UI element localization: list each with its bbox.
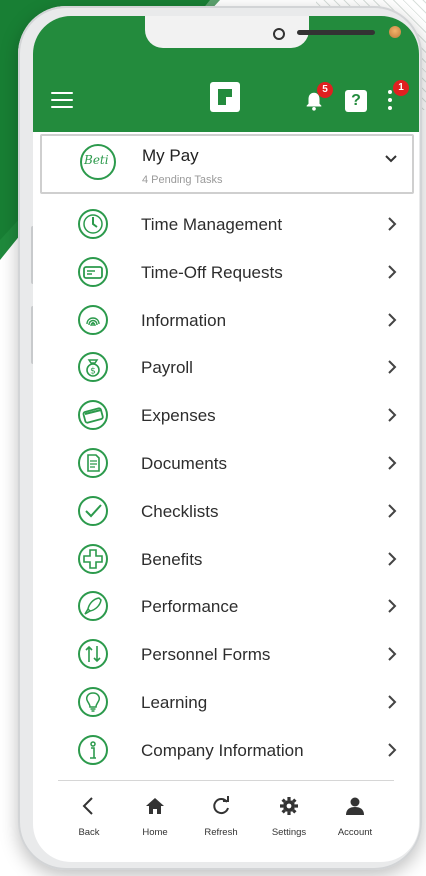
nav-refresh-button[interactable]: Refresh [191, 792, 251, 840]
chevron-right-icon [388, 360, 397, 375]
bottom-nav-divider [58, 780, 394, 781]
speaker [297, 30, 375, 35]
credit-card-icon [78, 400, 108, 431]
svg-text:$: $ [90, 367, 96, 377]
nav-label: Account [337, 827, 373, 838]
chevron-right-icon [388, 408, 397, 422]
menu-item-label: Performance [141, 597, 239, 617]
menu-item-documents[interactable]: Documents [33, 439, 419, 487]
chevron-right-icon [388, 551, 397, 566]
menu-item-information[interactable]: Information [33, 296, 419, 344]
menu-item-performance[interactable]: Performance [33, 582, 419, 630]
menu-item-personnel-forms[interactable]: Personnel Forms [33, 630, 419, 678]
menu-item-payroll[interactable]: $ Payroll [33, 343, 419, 391]
bottom-navigation: Back Home Refresh Settings Account [55, 792, 397, 852]
arrows-updown-icon [78, 639, 108, 670]
menu-item-label: Time-Off Requests [141, 262, 283, 282]
chevron-down-icon[interactable] [384, 152, 398, 166]
menu-item-label: Time Management [141, 215, 283, 234]
sensor [389, 26, 401, 38]
money-bag-icon: $ [78, 352, 108, 383]
menu-item-time-off-requests[interactable]: Time-Off Requests [33, 248, 419, 296]
user-icon [346, 797, 364, 815]
menu-item-learning[interactable]: Learning [33, 678, 419, 726]
menu-item-label: Benefits [141, 549, 203, 569]
nav-label: Home [142, 827, 168, 838]
refresh-icon [213, 796, 229, 815]
menu-item-checklists[interactable]: Checklists [33, 487, 419, 535]
menu-item-label: Expenses [141, 406, 216, 426]
menu-item-label: Information [141, 310, 227, 330]
menu-item-time-management[interactable]: Time Management [33, 200, 419, 248]
clock-icon [78, 209, 108, 239]
timeoff-ticket-icon [78, 256, 108, 287]
menu-item-expenses[interactable]: Expenses [33, 391, 419, 439]
nav-back-button[interactable]: Back [59, 792, 119, 840]
chevron-right-icon [388, 743, 397, 757]
app-screen: 5 ? 1 Beti My Pay 4 Pending Tasks Time M… [33, 16, 419, 862]
menu-item-label: Checklists [141, 501, 219, 521]
chevron-right-icon [388, 456, 397, 470]
document-icon [78, 447, 108, 478]
module-menu: Time Management Time-Off Requests Inform… [33, 200, 419, 774]
notification-badge: 5 [317, 82, 333, 98]
chevron-right-icon [388, 647, 397, 661]
beti-logo-text: Beti [84, 153, 109, 167]
menu-item-label: Documents [141, 453, 227, 473]
nav-label: Settings [271, 827, 307, 838]
menu-item-label: Payroll [141, 358, 193, 378]
chevron-right-icon [388, 312, 397, 327]
checkmark-icon [78, 495, 108, 526]
chevron-right-icon [388, 504, 397, 518]
home-icon [146, 798, 164, 814]
info-icon [78, 734, 108, 765]
menu-item-benefits[interactable]: Benefits [33, 535, 419, 583]
chevron-right-icon [388, 695, 397, 709]
camera [273, 28, 285, 40]
menu-item-company-information[interactable]: Company Information [33, 726, 419, 774]
pending-tasks-count: 4 Pending Tasks [142, 174, 223, 186]
app-logo [210, 82, 240, 112]
lightbulb-icon [78, 686, 108, 717]
my-pay-title: My Pay [142, 146, 199, 165]
menu-item-label: Company Information [141, 740, 304, 760]
fingerprint-icon [78, 304, 108, 335]
rocket-icon [78, 591, 108, 622]
hamburger-menu-icon[interactable] [51, 92, 73, 108]
chevron-right-icon [388, 599, 397, 614]
nav-label: Refresh [204, 827, 238, 838]
nav-settings-button[interactable]: Settings [259, 792, 319, 840]
help-icon[interactable]: ? [345, 90, 367, 112]
menu-item-label: Personnel Forms [141, 645, 271, 665]
nav-home-button[interactable]: Home [125, 792, 185, 840]
gear-icon [280, 797, 298, 815]
chevron-right-icon [388, 217, 397, 231]
phone-notch [145, 16, 401, 48]
more-options-icon[interactable] [387, 90, 393, 112]
menu-item-label: Learning [141, 692, 208, 712]
back-arrow-icon [82, 797, 93, 815]
app-bar: 5 ? 1 [33, 16, 419, 132]
medical-cross-icon [78, 543, 108, 574]
chevron-right-icon [388, 265, 397, 279]
my-pay-header[interactable]: Beti My Pay 4 Pending Tasks [40, 134, 414, 194]
nav-account-button[interactable]: Account [325, 792, 385, 840]
nav-label: Back [78, 827, 100, 838]
menu-badge: 1 [393, 80, 409, 96]
